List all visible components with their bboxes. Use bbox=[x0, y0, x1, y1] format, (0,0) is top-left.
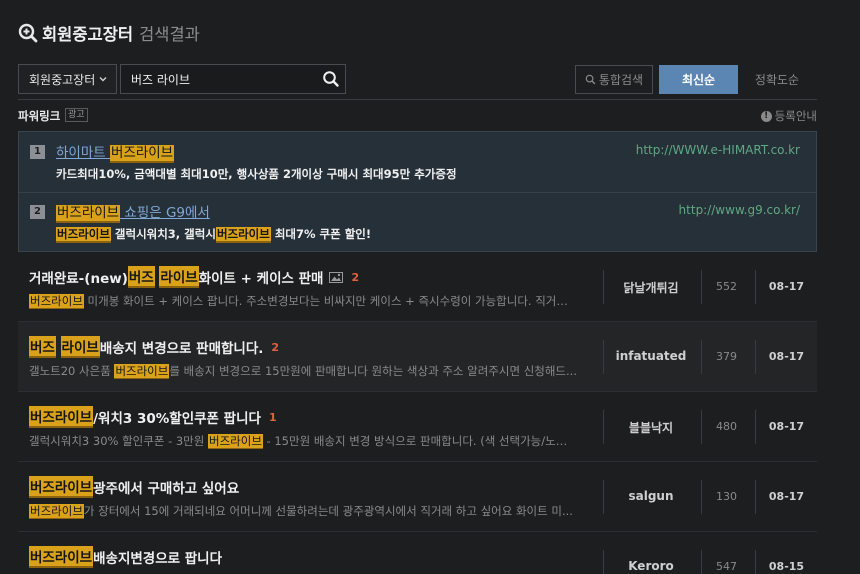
divider bbox=[18, 99, 817, 100]
comment-count: 2 bbox=[351, 270, 360, 284]
search-bar: 회원중고장터 통합검색 최신순 정확도순 bbox=[18, 64, 847, 94]
post-author[interactable]: 닭날개튀김 bbox=[604, 279, 698, 296]
powerlink-title: 파워링크 bbox=[18, 109, 61, 123]
page-header: 회원중고장터 검색결과 bbox=[18, 20, 200, 46]
ad-badge: 광고 bbox=[65, 108, 88, 122]
page-subtitle: 검색결과 bbox=[139, 25, 200, 44]
sort-accuracy-button[interactable]: 정확도순 bbox=[742, 65, 812, 94]
ad-description: 버즈라이브 갤럭시워치3, 갤럭시버즈라이브 최대7% 쿠폰 할인! bbox=[56, 227, 372, 243]
sort-latest-button[interactable]: 최신순 bbox=[659, 65, 738, 94]
post-date: 08-17 bbox=[768, 350, 805, 363]
powerlink-header: 파워링크 광고 ! 등록안내 bbox=[18, 108, 817, 124]
ad-url[interactable]: http://WWW.e-HIMART.co.kr bbox=[636, 143, 800, 157]
comment-count: 2 bbox=[271, 340, 280, 354]
search-icon bbox=[585, 74, 596, 85]
post-date: 08-17 bbox=[768, 280, 805, 293]
chevron-down-icon bbox=[99, 77, 107, 82]
powerlink-ads: 1 하이마트 버즈라이브 카드최대10%, 금액대별 최대10만, 행사상품 2… bbox=[18, 131, 817, 252]
search-input[interactable] bbox=[120, 64, 346, 94]
post-views: 552 bbox=[716, 280, 737, 293]
ad-register-label: 등록안내 bbox=[774, 109, 817, 123]
search-icon[interactable] bbox=[322, 70, 340, 88]
post-row[interactable]: 버즈 라이브 배송지 변경으로 판매합니다. 2 갤노트20 사은품 버즈라이브… bbox=[18, 322, 817, 392]
ad-number: 1 bbox=[30, 145, 45, 159]
ad-number: 2 bbox=[30, 205, 45, 219]
post-row[interactable]: 버즈라이브 광주에서 구매하고 싶어요 버즈라이브가 장터에서 15에 거래되네… bbox=[18, 462, 817, 532]
post-preview: 갤럭시워치3 30% 할인쿠폰 - 3만원 버즈라이브 - 15만원 배송지 변… bbox=[29, 434, 577, 449]
post-views: 480 bbox=[716, 420, 737, 433]
page-title: 회원중고장터 bbox=[42, 25, 134, 44]
ad-url[interactable]: http://www.g9.co.kr/ bbox=[679, 203, 800, 217]
search-plus-icon bbox=[18, 23, 38, 43]
post-preview: 버즈라이브가 장터에서 15에 거래되네요 어머니께 선물하려는데 광주광역시에… bbox=[29, 504, 573, 519]
post-row[interactable]: 거래완료-(new) 버즈 라이브 화이트 + 케이스 판매 2 버즈라이브 미… bbox=[18, 252, 817, 322]
post-author[interactable]: Keroro bbox=[604, 559, 698, 573]
post-author[interactable]: 블블낙지 bbox=[604, 419, 698, 436]
integrated-search-button[interactable]: 통합검색 bbox=[575, 65, 653, 94]
post-date: 08-17 bbox=[768, 420, 805, 433]
post-preview: 버즈라이브 미개봉 화이트 + 케이스 팝니다. 주소변경보다는 비싸지만 케이… bbox=[29, 294, 577, 309]
integrated-search-label: 통합검색 bbox=[598, 73, 644, 87]
post-row[interactable]: 버즈라이브/워치3 30%할인쿠폰 팝니다 1 갤럭시워치3 30% 할인쿠폰 … bbox=[18, 392, 817, 462]
post-preview: 갤노트20 사은품 버즈라이브를 배송지 변경으로 15만원에 판매합니다 원하… bbox=[29, 364, 577, 379]
search-scope-label: 회원중고장터 bbox=[29, 72, 96, 87]
ad-item[interactable]: 2 버즈라이브 쇼핑은 G9에서 버즈라이브 갤럭시워치3, 갤럭시버즈라이브 … bbox=[19, 192, 816, 252]
info-icon: ! bbox=[760, 110, 772, 122]
post-views: 379 bbox=[716, 350, 737, 363]
ad-item[interactable]: 1 하이마트 버즈라이브 카드최대10%, 금액대별 최대10만, 행사상품 2… bbox=[19, 132, 816, 192]
post-title[interactable]: 버즈라이브 광주에서 구매하고 싶어요 bbox=[29, 476, 239, 498]
post-title[interactable]: 버즈라이브/워치3 30%할인쿠폰 팝니다 1 bbox=[29, 406, 277, 428]
ad-register-link[interactable]: ! 등록안내 bbox=[760, 108, 817, 124]
post-title[interactable]: 버즈 라이브 배송지 변경으로 판매합니다. 2 bbox=[29, 336, 279, 358]
post-title[interactable]: 버즈라이브 배송지변경으로 팝니다 bbox=[29, 546, 222, 568]
post-author[interactable]: salgun bbox=[604, 489, 698, 503]
image-icon bbox=[329, 271, 344, 283]
ad-title[interactable]: 하이마트 버즈라이브 bbox=[56, 141, 175, 163]
post-views: 130 bbox=[716, 490, 737, 503]
ad-description: 카드최대10%, 금액대별 최대10만, 행사상품 2개이상 구매시 최대95만… bbox=[56, 167, 457, 181]
ad-title[interactable]: 버즈라이브 쇼핑은 G9에서 bbox=[56, 201, 210, 223]
post-row[interactable]: 버즈라이브 배송지변경으로 팝니다 Keroro 547 08-15 bbox=[18, 532, 817, 574]
post-date: 08-17 bbox=[768, 490, 805, 503]
search-scope-select[interactable]: 회원중고장터 bbox=[18, 64, 117, 94]
comment-count: 1 bbox=[268, 410, 277, 424]
post-author[interactable]: infatuated bbox=[604, 349, 698, 363]
post-views: 547 bbox=[716, 560, 737, 573]
post-title[interactable]: 거래완료-(new) 버즈 라이브 화이트 + 케이스 판매 2 bbox=[29, 266, 359, 288]
post-date: 08-15 bbox=[768, 560, 805, 573]
